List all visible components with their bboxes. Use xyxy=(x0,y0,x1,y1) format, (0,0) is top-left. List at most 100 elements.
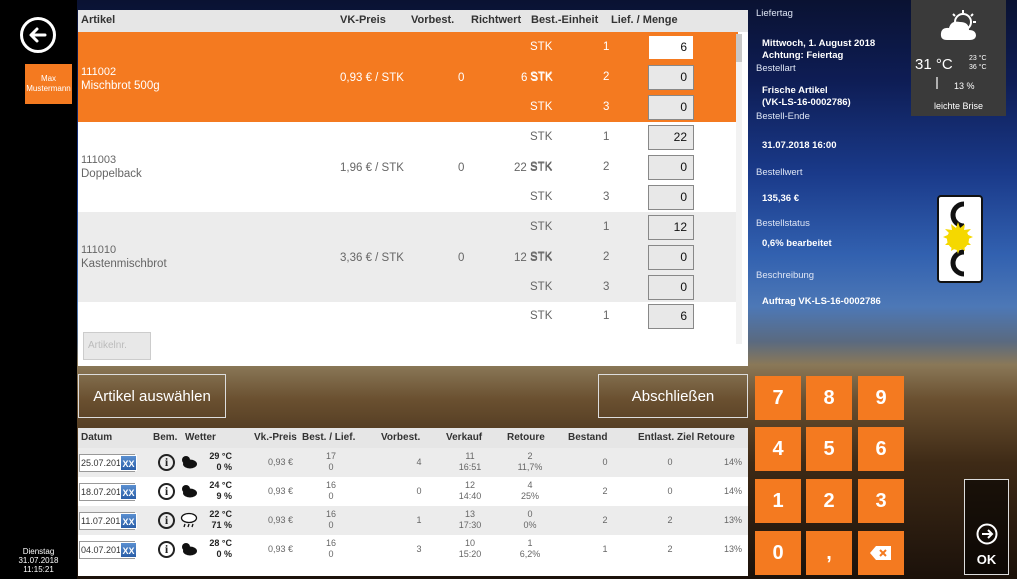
xx-button[interactable]: XX xyxy=(120,513,137,529)
bestell-ende-label: Bestell-Ende xyxy=(756,111,810,122)
history-retoure: 4 xyxy=(527,480,533,490)
back-button[interactable] xyxy=(20,17,56,53)
cloud-sun-icon xyxy=(182,485,197,498)
article-price: 3,36 € / STK xyxy=(340,252,404,264)
history-bestand: 0 xyxy=(602,457,608,467)
bestellart-code: (VK-LS-16-0002786) xyxy=(762,97,851,108)
article-grid: Artikel VK-Preis Vorbest. Richtwert Best… xyxy=(78,10,748,366)
key-3[interactable]: 3 xyxy=(858,479,904,523)
history-ziel: 13% xyxy=(723,544,742,554)
unit: STK xyxy=(530,221,553,233)
history-retoure: 2 xyxy=(527,451,533,461)
finish-button[interactable]: Abschließen xyxy=(598,374,748,418)
history-best: 16 xyxy=(325,480,336,490)
history-vorbest: 3 xyxy=(416,544,422,554)
bestellart-value: Frische Artikel xyxy=(762,85,828,96)
history-lief: 0 xyxy=(328,520,334,530)
weather-temp: 24 °C xyxy=(209,480,232,490)
key-6[interactable]: 6 xyxy=(858,427,904,471)
weather-temp: 29 °C xyxy=(209,451,232,461)
history-entlast: 2 xyxy=(667,544,673,554)
user-button[interactable]: Max Mustermann xyxy=(25,64,72,104)
key-comma[interactable]: , xyxy=(806,531,852,575)
history-date: 04.07.2018 XX xyxy=(79,541,137,559)
article-row[interactable]: 111003 Doppelback 1,96 € / STK 0 22 STK … xyxy=(78,122,738,212)
article-row[interactable]: 111002 Mischbrot 500g 0,93 € / STK 0 6 S… xyxy=(78,32,738,122)
unit: STK xyxy=(530,71,553,83)
history-price: 0,93 € xyxy=(267,457,294,467)
weather-temp: 28 °C xyxy=(209,538,232,548)
quantity-input[interactable]: 0 xyxy=(648,275,694,300)
history-vorbest: 1 xyxy=(416,515,422,525)
info-icon[interactable]: i xyxy=(158,454,175,471)
key-4[interactable]: 4 xyxy=(755,427,801,471)
weather-rain: 0 % xyxy=(216,462,232,472)
quantity-input[interactable]: 0 xyxy=(648,155,694,180)
traffic-light-icon xyxy=(937,195,983,283)
quantity-input[interactable]: 22 xyxy=(648,125,694,150)
xx-button[interactable]: XX xyxy=(120,484,137,500)
grid-scrollbar-thumb[interactable] xyxy=(736,34,742,62)
history-retoure: 1 xyxy=(527,538,533,548)
ok-label: OK xyxy=(976,552,997,567)
weather-widget: 31 °C 23 °C 36 °C 13 % leichte Brise xyxy=(911,0,1006,116)
info-icon[interactable]: i xyxy=(158,541,175,558)
beschreibung-value: Auftrag VK-LS-16-0002786 xyxy=(762,296,881,307)
history-verkauf: 10 xyxy=(464,538,475,548)
unit: STK xyxy=(530,101,553,113)
ok-button[interactable]: OK xyxy=(964,479,1009,575)
bestell-ende-value: 31.07.2018 16:00 xyxy=(762,140,837,151)
quantity-input[interactable]: 0 xyxy=(648,65,694,90)
quantity-input[interactable]: 0 xyxy=(648,95,694,120)
grid-scrollbar[interactable] xyxy=(736,34,742,344)
xx-button[interactable]: XX xyxy=(120,542,137,558)
key-2[interactable]: 2 xyxy=(806,479,852,523)
key-1[interactable]: 1 xyxy=(755,479,801,523)
xx-button[interactable]: XX xyxy=(120,455,137,471)
quantity-input[interactable]: 6 xyxy=(648,35,694,60)
article-price: 1,96 € / STK xyxy=(340,162,404,174)
history-verkauf-time: 15:20 xyxy=(458,549,482,559)
key-8[interactable]: 8 xyxy=(806,376,852,420)
key-5[interactable]: 5 xyxy=(806,427,852,471)
key-9[interactable]: 9 xyxy=(858,376,904,420)
lief-number: 1 xyxy=(603,310,610,322)
history-lief: 0 xyxy=(328,462,334,472)
history-best: 16 xyxy=(325,538,336,548)
current-datetime: Dienstag 31.07.2018 11:15:21 xyxy=(0,547,77,574)
holiday-warning: Achtung: Feiertag xyxy=(762,50,844,61)
article-name: Mischbrot 500g xyxy=(81,80,160,92)
lief-number: 2 xyxy=(603,71,610,83)
quantity-input[interactable]: 0 xyxy=(648,185,694,210)
current-day: Dienstag xyxy=(22,547,55,556)
info-icon[interactable]: i xyxy=(158,483,175,500)
history-lief: 0 xyxy=(328,549,334,559)
weather-rain: 13 % xyxy=(954,81,975,91)
article-number-input[interactable]: Artikelnr. xyxy=(83,332,151,360)
article-row[interactable]: STK 1 6 xyxy=(78,302,738,332)
article-row[interactable]: 111010 Kastenmischbrot 3,36 € / STK 0 12… xyxy=(78,212,738,302)
col-entlast: Entlast. xyxy=(638,432,675,443)
article-number: 111010 xyxy=(81,244,117,256)
history-price: 0,93 € xyxy=(267,486,294,496)
history-bestand: 1 xyxy=(602,544,608,554)
key-7[interactable]: 7 xyxy=(755,376,801,420)
weather-temp-min: 36 °C xyxy=(969,64,987,71)
col-best-einheit: Best.-Einheit xyxy=(531,14,599,26)
select-article-button[interactable]: Artikel auswählen xyxy=(78,374,226,418)
arrow-right-circle-icon xyxy=(976,523,998,545)
quantity-input[interactable]: 6 xyxy=(648,304,694,329)
col-vorbest: Vorbest. xyxy=(381,432,421,443)
quantity-input[interactable]: 0 xyxy=(648,245,694,270)
article-number: 111002 xyxy=(81,66,117,78)
weather-wind: leichte Brise xyxy=(933,101,984,111)
history-retoure-pct: 0% xyxy=(523,520,537,530)
quantity-input[interactable]: 12 xyxy=(648,215,694,240)
info-icon[interactable]: i xyxy=(158,512,175,529)
liefertag-label: Liefertag xyxy=(756,8,793,19)
key-0[interactable]: 0 xyxy=(755,531,801,575)
weather-temp: 22 °C xyxy=(209,509,232,519)
col-bem: Bem. xyxy=(153,432,178,443)
current-time: 11:15:21 xyxy=(23,565,54,574)
key-backspace[interactable] xyxy=(858,531,904,575)
